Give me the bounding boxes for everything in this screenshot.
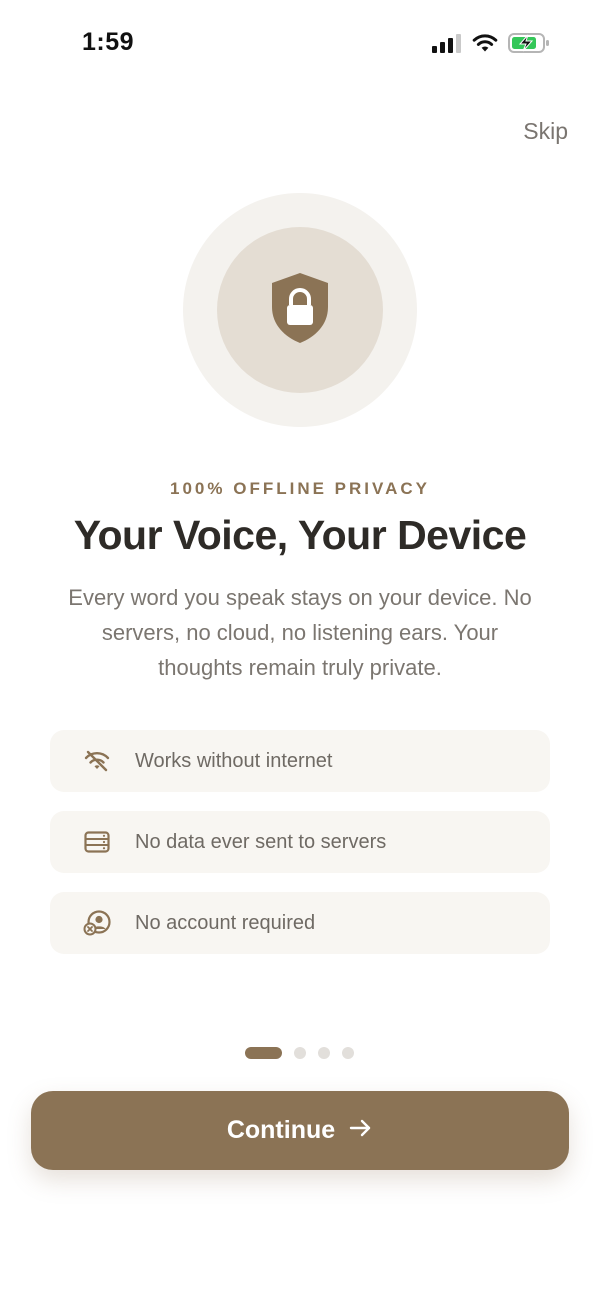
status-icons — [432, 32, 550, 59]
feature-label: No account required — [135, 911, 316, 934]
pagination-dot[interactable] — [318, 1047, 330, 1059]
arrow-right-icon — [349, 1118, 373, 1143]
feature-label: No data ever sent to servers — [135, 830, 387, 853]
feature-item-no-servers: No data ever sent to servers — [50, 811, 550, 873]
hero-inner-circle — [217, 227, 383, 393]
feature-item-no-account: No account required — [50, 892, 550, 954]
status-time: 1:59 — [82, 28, 135, 56]
pagination-dots — [245, 1047, 354, 1059]
status-bar: 1:59 — [0, 0, 600, 90]
feature-label: Works without internet — [135, 749, 333, 772]
page-title: Your Voice, Your Device — [73, 512, 527, 558]
shield-lock-icon — [269, 271, 331, 350]
page-description: Every word you speak stays on your devic… — [68, 585, 532, 680]
cellular-signal-icon — [432, 33, 462, 58]
eyebrow-label: 100% OFFLINE PRIVACY — [170, 479, 430, 498]
continue-button[interactable]: Continue — [31, 1091, 569, 1170]
continue-label: Continue — [226, 1116, 336, 1144]
hero-illustration — [183, 193, 417, 427]
feature-item-offline: Works without internet — [50, 730, 550, 792]
server-icon — [82, 827, 112, 857]
feature-list: Works without internet No data ever sent… — [50, 730, 550, 973]
wifi-off-icon — [82, 746, 112, 776]
wifi-icon — [472, 33, 498, 58]
pagination-dot-active[interactable] — [245, 1047, 282, 1059]
pagination-dot[interactable] — [342, 1047, 354, 1059]
user-x-icon — [82, 908, 112, 938]
pagination-dot[interactable] — [294, 1047, 306, 1059]
battery-charging-icon — [508, 32, 550, 59]
skip-button[interactable]: Skip — [523, 118, 568, 145]
